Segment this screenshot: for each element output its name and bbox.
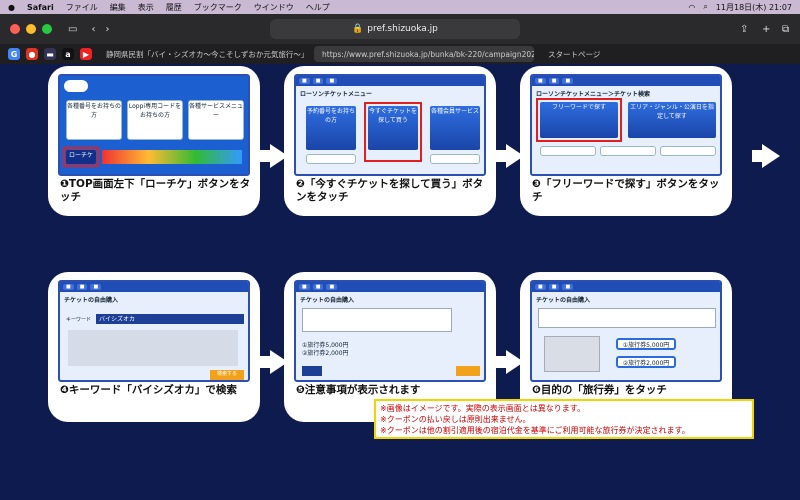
sub-button [430,154,480,164]
tab-overview-icon[interactable]: ⧉ [782,24,789,35]
reservation-tile: 予約番号をお持ちの方 [306,106,356,150]
highlight-box [63,147,99,167]
close-window-button[interactable] [10,24,20,34]
menu-edit[interactable]: 編集 [110,2,126,13]
step-caption-4: ❹キーワード「バイシズオカ」で検索 [60,384,237,396]
ticket-option-2: ②旅行券2,000円 [616,356,676,368]
address-text: pref.shizuoka.jp [367,24,438,34]
tab-start[interactable]: スタートページ [540,46,640,62]
select-ticket-screen: ■ ■ ■ チケットの自由購入 ①旅行券5,000円 ②旅行券2,000円 [530,280,722,382]
search-icon[interactable]: ⌕ [703,2,707,12]
tab-start-label: スタートページ [548,49,601,59]
keyword-screen: ■ ■ ■ チケットの自由購入 キーワード バイシズオカ 検索する [58,280,250,382]
share-icon[interactable]: ⇪ [740,24,748,35]
event-info-table [538,308,716,328]
step-caption-2: ❷「今すぐチケットを探して買う」ボタンをタッチ [296,178,484,203]
category-button [600,146,656,156]
bookmark-favicon-2[interactable]: ▬ [44,48,56,60]
note-line-3: ※クーポンは他の割引適用後の宿泊代金を基準にご利用可能な旅行券が決定されます。 [380,426,690,435]
notice-box: ※画像はイメージです。実際の表示画面とは異なります。 ※クーポンの払い戻しは原則… [374,399,754,439]
banner-strip [102,150,242,164]
category-button [540,146,596,156]
category-button [660,146,716,156]
screen-nav-bar: ■ ■ ■ [532,76,720,86]
step-card-4: ■ ■ ■ チケットの自由購入 キーワード バイシズオカ 検索する ❹キーワード「バ… [48,272,260,422]
keyword-field: バイシズオカ [96,314,244,324]
step-caption-3: ❸「フリーワードで探す」ボタンをタッチ [532,178,720,203]
step-card-2: ■ ■ ■ ローソンチケットメニュー 予約番号をお持ちの方 今すぐチケットを探して買… [284,66,496,216]
notice-screen: ■ ■ ■ チケットの自由購入 ①旅行券5,000円 ②旅行券2,000円 [294,280,486,382]
notice-table [302,308,452,332]
services-tile: 各種サービスメニュー [188,100,244,140]
clock-text[interactable]: 11月18日(木) 21:07 [716,2,792,13]
step-caption-6: ❻目的の「旅行券」をタッチ [532,384,667,396]
menu-help[interactable]: ヘルプ [306,2,330,13]
numbers-tile: 各種番号をお持ちの方 [66,100,122,140]
menu-app-name[interactable]: Safari [27,3,54,12]
area-genre-tile: エリア・ジャンル・公演日を指定して探す [628,102,716,138]
wifi-icon[interactable]: ◠ [688,3,695,12]
minimize-window-button[interactable] [26,24,36,34]
menu-window[interactable]: ウインドウ [254,2,294,13]
apple-icon[interactable]: ● [8,3,15,12]
arrow-icon [752,144,780,168]
forward-icon[interactable]: › [105,24,109,35]
search-button: 検索する [210,370,244,380]
zoom-window-button[interactable] [42,24,52,34]
screen-title: チケットの自由購入 [64,297,119,304]
note-line-1: ※画像はイメージです。実際の表示画面とは異なります。 [380,404,585,413]
menu-bookmarks[interactable]: ブックマーク [194,2,242,13]
loppi-logo [64,80,88,92]
menu-history[interactable]: 履歴 [166,2,182,13]
ticket-item-2: ②旅行券2,000円 [302,350,349,357]
step-card-1: 各種番号をお持ちの方 Loppi専用コードをお持ちの方 各種サービスメニュー ロ… [48,66,260,216]
next-button [456,366,480,376]
ticket-search-screen: ■ ■ ■ ローソンチケットメニュー＞チケット検索 フリーワードで探す エリア・ジャ… [530,74,722,176]
step-caption-5: ❺注意事項が表示されます [296,384,421,396]
bookmark-favicon[interactable]: ● [26,48,38,60]
keyword-label: キーワード [66,317,92,323]
ticket-menu-screen: ■ ■ ■ ローソンチケットメニュー 予約番号をお持ちの方 今すぐチケットを探して買… [294,74,486,176]
screen-title: ローソンチケットメニュー [300,91,373,98]
sub-button [306,154,356,164]
tab-pref-label: https://www.pref.shizuoka.jp/bunka/bk-22… [322,49,534,59]
highlight-box [536,98,622,142]
page-content: 各種番号をお持ちの方 Loppi専用コードをお持ちの方 各種サービスメニュー ロ… [0,64,800,500]
screen-title: チケットの自由購入 [300,297,355,304]
tab-campaign-label: 静岡県民割「バイ・シズオカ〜今こそしずおか元気旅行〜」再開… [106,49,308,59]
sidebar-icon[interactable]: ▭ [68,24,77,35]
youtube-favicon[interactable]: ▶ [80,48,92,60]
screen-title: チケットの自由購入 [536,297,591,304]
tab-campaign[interactable]: 静岡県民割「バイ・シズオカ〜今こそしずおか元気旅行〜」再開… [98,46,308,62]
lock-icon: 🔒 [352,24,364,34]
tab-pref[interactable]: https://www.pref.shizuoka.jp/bunka/bk-22… [314,46,534,62]
screen-nav-bar: ■ ■ ■ [60,282,248,292]
browser-toolbar: ▭ ‹ › 🔒 pref.shizuoka.jp ⇪ + ⧉ [0,14,800,44]
member-tile: 各種会員サービス [430,106,480,150]
keyboard [68,330,238,366]
loppi-top-screen: 各種番号をお持ちの方 Loppi専用コードをお持ちの方 各種サービスメニュー ロ… [58,74,250,176]
screen-nav-bar: ■ ■ ■ [296,76,484,86]
highlight-box [364,102,422,162]
menu-bar: ● Safari ファイル 編集 表示 履歴 ブックマーク ウインドウ ヘルプ … [0,0,800,14]
amazon-favicon[interactable]: a [62,48,74,60]
address-bar[interactable]: 🔒 pref.shizuoka.jp [270,19,520,39]
loppi-code-tile: Loppi専用コードをお持ちの方 [127,100,183,140]
menu-view[interactable]: 表示 [138,2,154,13]
step-card-3: ■ ■ ■ ローソンチケットメニュー＞チケット検索 フリーワードで探す エリア・ジャ… [520,66,732,216]
back-button [302,366,322,376]
ticket-option-1: ①旅行券5,000円 [616,338,676,350]
menu-file[interactable]: ファイル [66,2,98,13]
step-caption-1: ❶TOP画面左下「ローチケ」ボタンをタッチ [60,178,251,203]
screen-nav-bar: ■ ■ ■ [296,282,484,292]
google-favicon[interactable]: G [8,48,20,60]
image-placeholder [544,336,600,372]
screen-nav-bar: ■ ■ ■ [532,282,720,292]
new-tab-icon[interactable]: + [762,24,770,35]
tab-bar: G ● ▬ a ▶ 静岡県民割「バイ・シズオカ〜今こそしずおか元気旅行〜」再開…… [0,44,800,64]
note-line-2: ※クーポンの払い戻しは原則出来ません。 [380,415,531,424]
back-icon[interactable]: ‹ [91,24,95,35]
